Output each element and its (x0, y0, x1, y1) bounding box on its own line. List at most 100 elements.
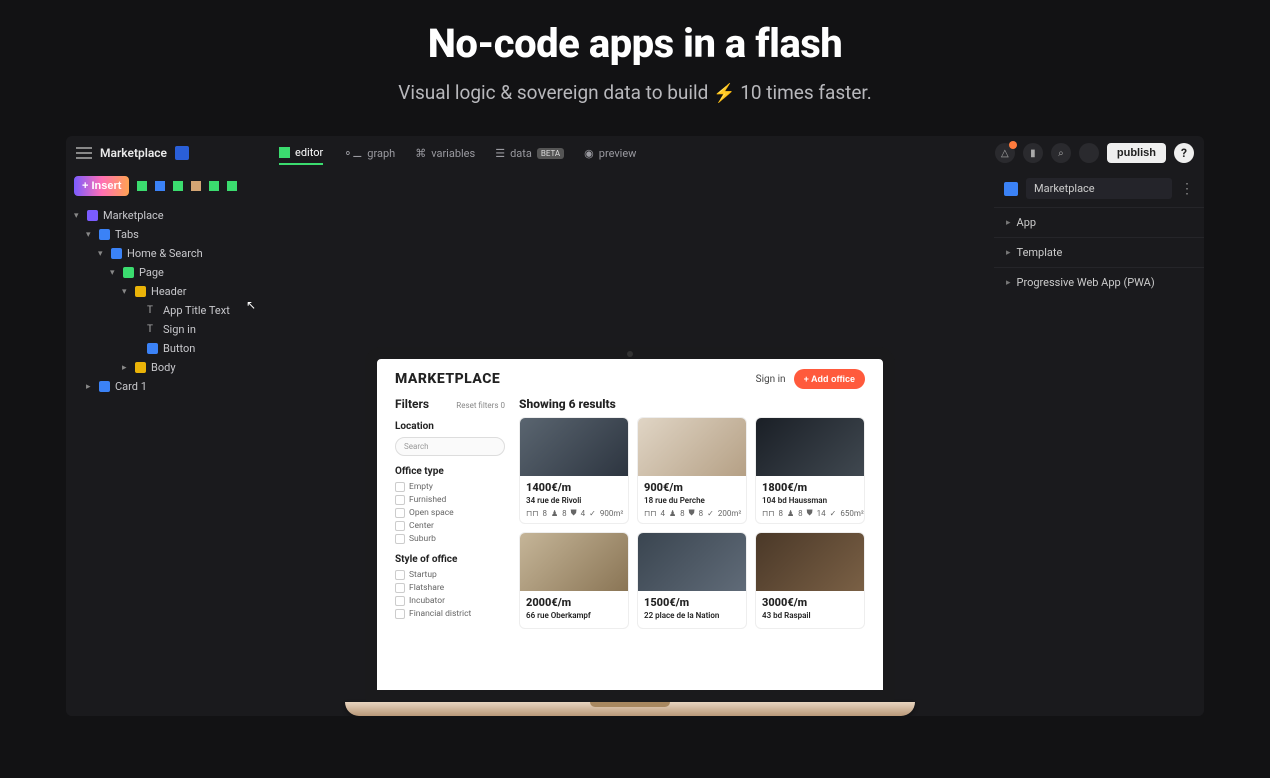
tree-card1[interactable]: ▸Card 1 (66, 377, 266, 396)
office-card[interactable]: 3000€/m43 bd Raspail (755, 532, 865, 629)
menu-icon[interactable] (76, 147, 92, 159)
left-panel: +Insert ▾Marketplace ▾Tabs ▾Home & Searc… (66, 170, 266, 716)
location-label: Location (395, 421, 505, 432)
add-office-button[interactable]: + Add office (794, 369, 865, 389)
card-icon (99, 381, 110, 392)
office-card[interactable]: 900€/m18 rue du Perche⊓⊓4♟8⛊8✓200m² (637, 417, 747, 524)
cb-incubator[interactable]: Incubator (395, 596, 505, 606)
avatar[interactable] (1079, 143, 1099, 163)
signin-link[interactable]: Sign in (756, 374, 786, 385)
help-icon[interactable]: ? (1174, 143, 1194, 163)
cb-financial[interactable]: Financial district (395, 609, 505, 619)
laptop-mockup: MARKETPLACE Sign in + Add office Filters… (345, 347, 915, 716)
chair-icon: ♟ (787, 509, 794, 518)
tab-preview[interactable]: ◉preview (584, 143, 636, 164)
card-image (520, 418, 628, 476)
plus-icon: + (82, 180, 88, 192)
reset-filters[interactable]: Reset filters 0 (456, 401, 505, 410)
filters-title: Filters (395, 397, 429, 411)
search-icon[interactable]: ⌕ (1051, 143, 1071, 163)
topbar: Marketplace editor ⚬⚊graph ⌘variables ☰d… (66, 136, 1204, 170)
marketplace-app: MARKETPLACE Sign in + Add office Filters… (377, 359, 883, 639)
section-template[interactable]: Template (994, 237, 1204, 267)
office-card[interactable]: 1800€/m104 bd Haussman⊓⊓8♟8⛊14✓650m² (755, 417, 865, 524)
tool-icon-3[interactable] (173, 181, 183, 191)
tab-variables[interactable]: ⌘variables (415, 143, 475, 164)
button-icon (147, 343, 158, 354)
desk-icon: ⊓⊓ (762, 509, 774, 518)
container-icon (123, 267, 134, 278)
office-card[interactable]: 1400€/m34 rue de Rivoli⊓⊓8♟8⛊4✓900m² (519, 417, 629, 524)
canvas-stage: MARKETPLACE Sign in + Add office Filters… (266, 170, 994, 716)
hero-title: No-code apps in a flash (0, 20, 1270, 67)
card-image (520, 533, 628, 591)
card-image (638, 533, 746, 591)
tab-editor[interactable]: editor (279, 142, 323, 165)
page-icon (111, 248, 122, 259)
section-app[interactable]: App (994, 207, 1204, 237)
mode-tabs: editor ⚬⚊graph ⌘variables ☰dataBETA ◉pre… (279, 142, 636, 165)
desk-icon: ⊓⊓ (526, 509, 538, 518)
tool-icon-6[interactable] (227, 181, 237, 191)
cb-furnished[interactable]: Furnished (395, 495, 505, 505)
area-icon: ✓ (707, 509, 714, 518)
cursor-icon: ↖ (246, 298, 256, 312)
notifications-icon[interactable]: △ (995, 143, 1015, 163)
camera-icon (627, 351, 633, 357)
app-icon (87, 210, 98, 221)
laptop-screen: MARKETPLACE Sign in + Add office Filters… (365, 347, 895, 702)
office-card[interactable]: 1500€/m22 place de la Nation (637, 532, 747, 629)
tree-button[interactable]: Button (66, 339, 266, 358)
cb-center[interactable]: Center (395, 521, 505, 531)
project-name[interactable]: Marketplace (100, 146, 167, 160)
cb-suburb[interactable]: Suburb (395, 534, 505, 544)
text-icon: T (147, 305, 158, 316)
filters-panel: Filters Reset filters 0 Location Search O… (395, 397, 505, 629)
row-icon (135, 362, 146, 373)
link-icon: ⌘ (415, 147, 426, 160)
library-icon[interactable]: ▮ (1023, 143, 1043, 163)
app-frame: Marketplace editor ⚬⚊graph ⌘variables ☰d… (66, 136, 1204, 716)
tree-tabs[interactable]: ▾Tabs (66, 225, 266, 244)
chair-icon: ♟ (551, 509, 558, 518)
tree-home-search[interactable]: ▾Home & Search (66, 244, 266, 263)
type-icon (1004, 182, 1018, 196)
app-title: MARKETPLACE (395, 371, 500, 387)
tree-body[interactable]: ▸Body (66, 358, 266, 377)
beta-badge: BETA (537, 148, 564, 159)
insert-button[interactable]: +Insert (74, 176, 129, 196)
parking-icon: ⛊ (689, 508, 695, 518)
chair-icon: ♟ (669, 509, 676, 518)
card-image (638, 418, 746, 476)
results-count: Showing 6 results (519, 397, 865, 411)
office-card[interactable]: 2000€/m66 rue Oberkampf (519, 532, 629, 629)
tab-graph[interactable]: ⚬⚊graph (343, 143, 395, 164)
tree-app-title-text[interactable]: TApp Title Text (66, 301, 266, 320)
tab-data[interactable]: ☰dataBETA (495, 143, 564, 164)
hero: No-code apps in a flash Visual logic & s… (0, 0, 1270, 118)
publish-button[interactable]: publish (1107, 143, 1166, 163)
tree-page[interactable]: ▾Page (66, 263, 266, 282)
more-icon[interactable]: ⋮ (1180, 181, 1194, 197)
tool-icon-5[interactable] (209, 181, 219, 191)
cb-empty[interactable]: Empty (395, 482, 505, 492)
layer-tree: ▾Marketplace ▾Tabs ▾Home & Search ▾Page … (66, 202, 266, 400)
tool-icon-1[interactable] (137, 181, 147, 191)
cb-open-space[interactable]: Open space (395, 508, 505, 518)
bolt-icon: ⚡ (713, 83, 735, 104)
search-input[interactable]: Search (395, 437, 505, 456)
section-pwa[interactable]: Progressive Web App (PWA) (994, 267, 1204, 297)
selection-name[interactable]: Marketplace (1026, 178, 1172, 199)
tool-icon-2[interactable] (155, 181, 165, 191)
cb-flatshare[interactable]: Flatshare (395, 583, 505, 593)
cb-startup[interactable]: Startup (395, 570, 505, 580)
tool-icon-4[interactable] (191, 181, 201, 191)
eye-icon: ◉ (584, 147, 594, 160)
card-image (756, 533, 864, 591)
tree-sign-in[interactable]: TSign in (66, 320, 266, 339)
tree-header[interactable]: ▾Header (66, 282, 266, 301)
area-icon: ✓ (830, 509, 837, 518)
tree-marketplace[interactable]: ▾Marketplace (66, 206, 266, 225)
project-icon (175, 146, 189, 160)
grid-icon (279, 147, 290, 158)
